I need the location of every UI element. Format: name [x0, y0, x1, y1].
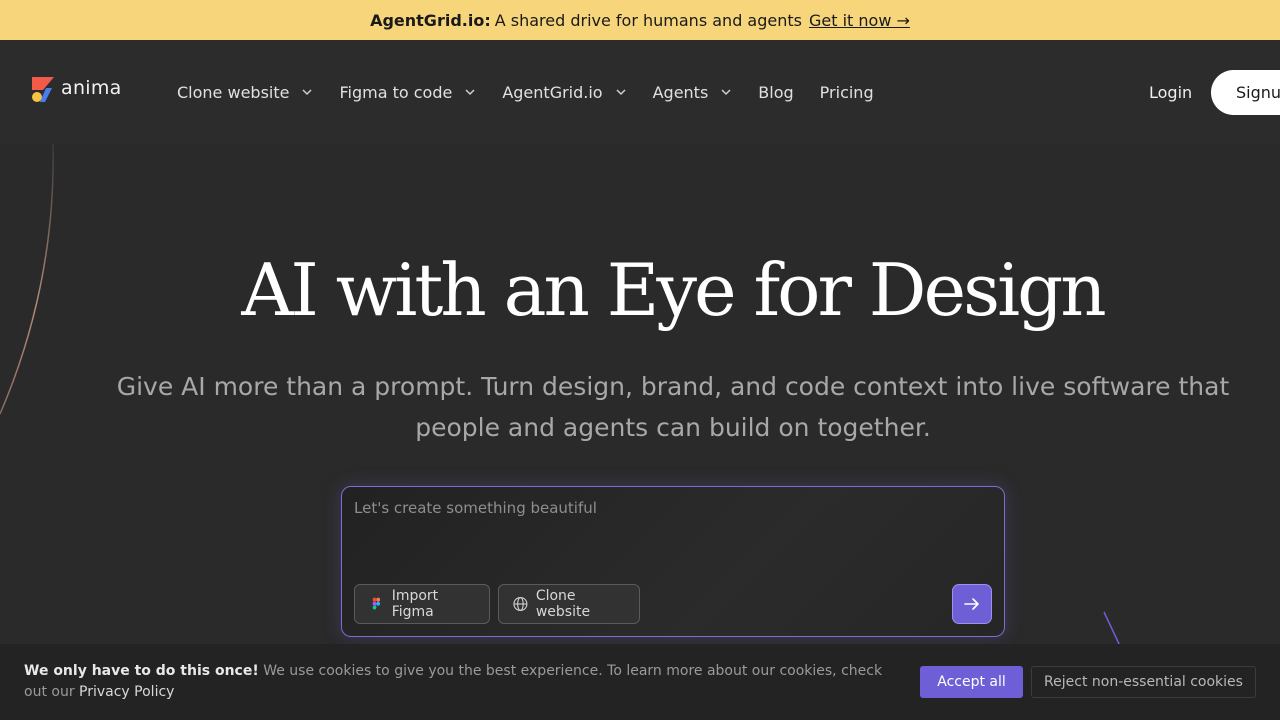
nav-item-clone-website[interactable]: Clone website	[177, 83, 313, 102]
nav-item-agentgrid[interactable]: AgentGrid.io	[502, 83, 626, 102]
banner-cta-link[interactable]: Get it now →	[809, 11, 910, 30]
prompt-box: Import Figma Clone website	[341, 486, 1005, 637]
chevron-down-icon	[721, 89, 731, 96]
hero-title: AI with an Eye for Design	[241, 248, 1106, 332]
reject-cookies-button[interactable]: Reject non-essential cookies	[1031, 666, 1256, 698]
nav-item-blog[interactable]: Blog	[758, 83, 793, 102]
anima-logo[interactable]: anima	[32, 77, 122, 103]
prompt-input[interactable]	[354, 499, 984, 559]
signup-label: Signu	[1236, 83, 1280, 102]
nav-item-figma-to-code[interactable]: Figma to code	[339, 83, 476, 102]
banner-brand: AgentGrid.io:	[370, 10, 491, 30]
hero-subtitle: Give AI more than a prompt. Turn design,…	[116, 372, 1230, 442]
accept-cookies-button[interactable]: Accept all	[920, 666, 1023, 698]
nav-item-label: Pricing	[819, 82, 874, 102]
import-figma-label: Import Figma	[391, 588, 439, 620]
anima-logo-icon	[32, 77, 54, 103]
arrow-right-icon	[964, 598, 979, 610]
nav-menu: Clone website Figma to code AgentGrid.io…	[177, 80, 900, 104]
chevron-down-icon	[302, 89, 312, 96]
chevron-down-icon	[616, 89, 626, 96]
globe-icon	[513, 596, 528, 612]
send-button[interactable]	[952, 584, 992, 624]
nav-item-agents[interactable]: Agents	[653, 83, 733, 102]
nav-item-label: Blog	[758, 82, 794, 102]
nav-item-label: Figma to code	[339, 82, 453, 102]
cookie-message: We only have to do this once! We use coo…	[24, 661, 904, 703]
login-link[interactable]: Login	[1149, 83, 1192, 102]
clone-website-label: Clone website	[535, 588, 591, 620]
figma-icon	[372, 597, 381, 610]
announcement-banner: AgentGrid.io: A shared drive for humans …	[0, 0, 1280, 40]
banner-text: A shared drive for humans and agents	[494, 10, 802, 30]
chevron-down-icon	[465, 89, 475, 96]
cookie-banner: We only have to do this once! We use coo…	[0, 644, 1280, 720]
nav-item-pricing[interactable]: Pricing	[820, 83, 874, 102]
clone-website-button[interactable]: Clone website	[498, 584, 640, 624]
nav-item-label: Agents	[652, 82, 709, 102]
logo-text: anima	[61, 77, 122, 99]
import-figma-button[interactable]: Import Figma	[354, 584, 490, 624]
signup-button[interactable]: Signu	[1211, 70, 1280, 115]
main-nav: anima Clone website Figma to code AgentG…	[0, 40, 1280, 144]
privacy-policy-link[interactable]: Privacy Policy	[79, 684, 174, 700]
nav-item-label: AgentGrid.io	[502, 82, 603, 102]
nav-item-label: Clone website	[177, 82, 290, 102]
cookie-bold: We only have to do this once!	[24, 663, 259, 679]
